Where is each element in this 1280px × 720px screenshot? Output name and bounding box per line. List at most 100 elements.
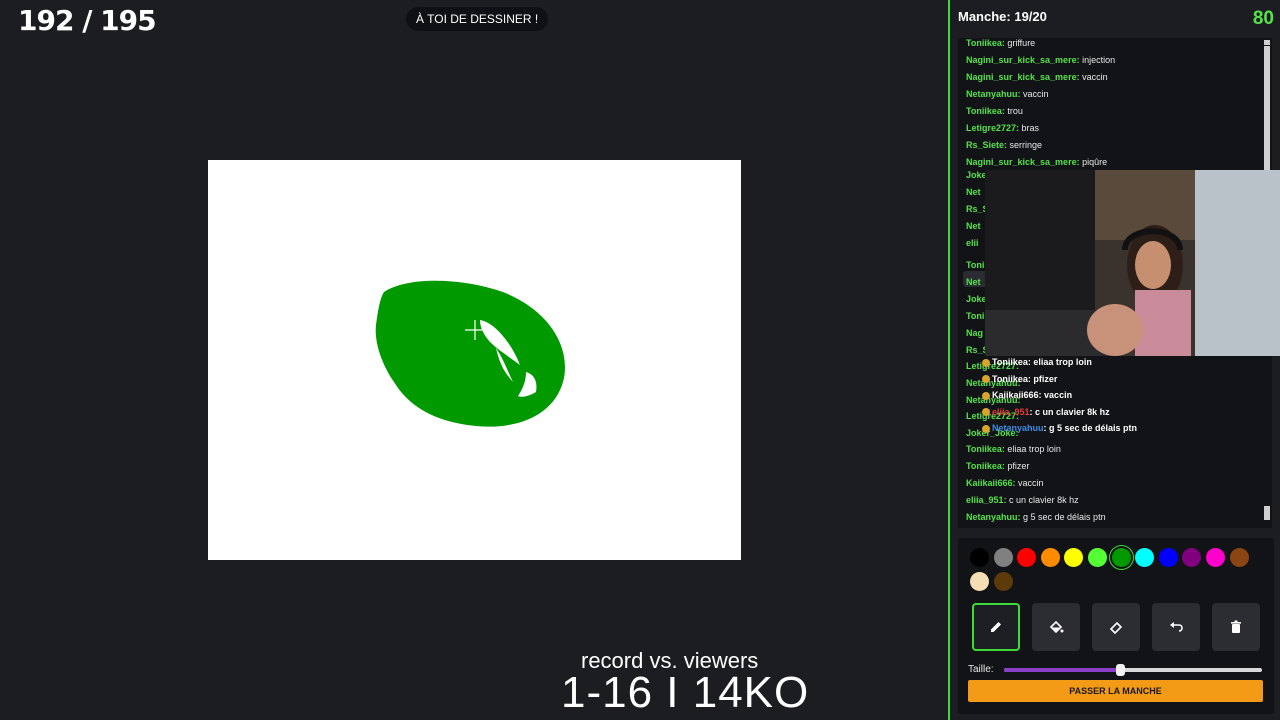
fill-tool-button[interactable] bbox=[1032, 603, 1080, 651]
chat-message: Toni bbox=[966, 260, 984, 270]
chat-text: griffure bbox=[1007, 38, 1036, 48]
chat-text: piqûre bbox=[1082, 157, 1108, 167]
chat-message: Kaiikaii666: vaccin bbox=[966, 478, 1044, 488]
chat-text: c un clavier 8k hz bbox=[1009, 495, 1079, 505]
chat-username: Rs_Siete bbox=[966, 140, 1005, 150]
color-swatch[interactable] bbox=[1135, 548, 1155, 567]
round-counter: Manche: 19/20 bbox=[958, 9, 1047, 24]
chat-message: Netanyahuu: vaccin bbox=[966, 89, 1049, 99]
chat-text: bras bbox=[1021, 123, 1040, 133]
chat-username: Letigre2727 bbox=[966, 123, 1017, 133]
chat-username: Netanyahuu bbox=[966, 89, 1018, 99]
game-screen: 192 / 195 À TOI DE DESSINER ! record vs.… bbox=[0, 0, 1280, 720]
color-swatch[interactable] bbox=[1182, 548, 1202, 567]
overlay-text: eliaa trop loin bbox=[1033, 357, 1092, 367]
clear-button[interactable] bbox=[1212, 603, 1260, 651]
size-label: Taille: bbox=[968, 664, 994, 675]
badge-icon bbox=[982, 424, 990, 433]
score-counter: 192 / 195 bbox=[18, 4, 157, 37]
chat-username: Toni bbox=[966, 260, 985, 270]
chat-username: Nagini_sur_kick_sa_mere bbox=[966, 157, 1077, 167]
overlay-username: Netanyahuu bbox=[992, 423, 1044, 433]
chat-text: vaccin bbox=[1023, 89, 1049, 99]
chat-message: Nag bbox=[966, 328, 983, 338]
chat-text: injection bbox=[1082, 55, 1116, 65]
overlay-text: c un clavier 8k hz bbox=[1035, 406, 1110, 417]
drawing-canvas[interactable] bbox=[208, 160, 741, 560]
chat-message: Toni bbox=[966, 311, 984, 321]
chat-username: Toniikea bbox=[966, 38, 1002, 48]
chat-username: Kaiikaii666 bbox=[966, 478, 1013, 488]
overlay-username: Kaiikaii666 bbox=[992, 390, 1039, 400]
chat-username: Net bbox=[966, 187, 981, 197]
slider-fill bbox=[1004, 668, 1121, 672]
overlay-chat-message: Kaiikaii666: vaccin bbox=[982, 390, 1072, 400]
overlay-text: vaccin bbox=[1044, 390, 1073, 400]
chat-username: Toni bbox=[966, 311, 985, 321]
green-blob-stroke bbox=[375, 280, 565, 427]
color-swatch[interactable] bbox=[1064, 548, 1084, 567]
chat-text: vaccin bbox=[1082, 72, 1108, 82]
overlay-chat-message: Netanyahuu: g 5 sec de délais ptn bbox=[982, 423, 1137, 433]
chat-username: eliia_951 bbox=[966, 495, 1004, 505]
overlay-username: eliia_951 bbox=[992, 406, 1030, 417]
overlay-username: Toniikea bbox=[992, 357, 1028, 367]
chat-message: Joke bbox=[966, 294, 987, 304]
overlay-username: Toniikea bbox=[992, 373, 1028, 384]
color-swatch[interactable] bbox=[1206, 548, 1225, 567]
scroll-thumb[interactable] bbox=[1264, 46, 1270, 170]
color-swatch[interactable] bbox=[1111, 548, 1131, 567]
chat-message: Letigre2727: bras bbox=[966, 123, 1039, 133]
eraser-tool-button[interactable] bbox=[1092, 603, 1140, 651]
scroll-up-arrow-icon[interactable] bbox=[1264, 40, 1270, 45]
chat-message: Netanyahuu: g 5 sec de délais ptn bbox=[966, 512, 1106, 522]
chat-username: elii bbox=[966, 238, 979, 248]
badge-icon bbox=[982, 408, 990, 417]
chat-text: g 5 sec de délais ptn bbox=[1023, 512, 1106, 522]
pencil-tool-button[interactable] bbox=[972, 603, 1020, 651]
chat-username: Toniikea bbox=[966, 444, 1002, 454]
chat-text: trou bbox=[1007, 106, 1023, 116]
overlay-chat-message: Toniikea: eliaa trop loin bbox=[982, 357, 1092, 367]
skip-round-button[interactable]: PASSER LA MANCHE bbox=[968, 680, 1263, 702]
badge-icon bbox=[982, 391, 990, 400]
slider-knob[interactable] bbox=[1116, 664, 1126, 676]
webcam-overlay bbox=[985, 170, 1280, 356]
chat-username: Net bbox=[966, 221, 981, 231]
pencil-icon bbox=[991, 622, 1001, 632]
color-swatch[interactable] bbox=[970, 572, 989, 591]
color-swatch[interactable] bbox=[1158, 548, 1178, 567]
chat-message: Joke bbox=[966, 170, 987, 180]
chat-username: Toniikea bbox=[966, 106, 1002, 116]
chat-username: Nag bbox=[966, 328, 984, 338]
chat-message: Toniikea: eliaa trop loin bbox=[966, 444, 1061, 454]
color-swatch[interactable] bbox=[993, 548, 1013, 567]
overlay-chat-message: eliia_951: c un clavier 8k hz bbox=[982, 407, 1110, 417]
chat-username: Net bbox=[966, 277, 981, 287]
chat-text: pfizer bbox=[1007, 461, 1030, 471]
scroll-thumb-bottom[interactable] bbox=[1264, 506, 1270, 520]
chat-text: serringe bbox=[1009, 140, 1043, 150]
brush-size-slider[interactable] bbox=[1004, 664, 1262, 676]
webcam-feed bbox=[985, 170, 1280, 356]
drawing-strokes bbox=[375, 280, 565, 427]
chat-username: Toniikea bbox=[966, 461, 1002, 471]
eraser-icon bbox=[1109, 621, 1123, 635]
chat-message: Net bbox=[966, 221, 981, 231]
chat-message: Net bbox=[966, 277, 981, 287]
color-swatch[interactable] bbox=[1088, 548, 1107, 567]
color-swatch[interactable] bbox=[1040, 548, 1060, 567]
color-swatch[interactable] bbox=[1017, 548, 1037, 567]
overlay-chat: Toniikea: eliaa trop loin Toniikea: pfize… bbox=[982, 357, 1242, 437]
chat-message: Nagini_sur_kick_sa_mere: piqûre bbox=[966, 157, 1107, 167]
chat-message: Toniikea: trou bbox=[966, 106, 1023, 116]
chat-message: eliia_951: c un clavier 8k hz bbox=[966, 495, 1079, 505]
color-swatch[interactable] bbox=[970, 548, 989, 567]
chat-message: Rs_Siete: serringe bbox=[966, 140, 1042, 150]
chat-message: Nagini_sur_kick_sa_mere: injection bbox=[966, 55, 1115, 65]
undo-button[interactable] bbox=[1152, 603, 1200, 651]
chat-message: Nagini_sur_kick_sa_mere: vaccin bbox=[966, 72, 1108, 82]
color-swatch[interactable] bbox=[993, 572, 1013, 591]
color-swatch[interactable] bbox=[1229, 548, 1249, 567]
overlay-chat-message: Toniikea: pfizer bbox=[982, 374, 1057, 384]
